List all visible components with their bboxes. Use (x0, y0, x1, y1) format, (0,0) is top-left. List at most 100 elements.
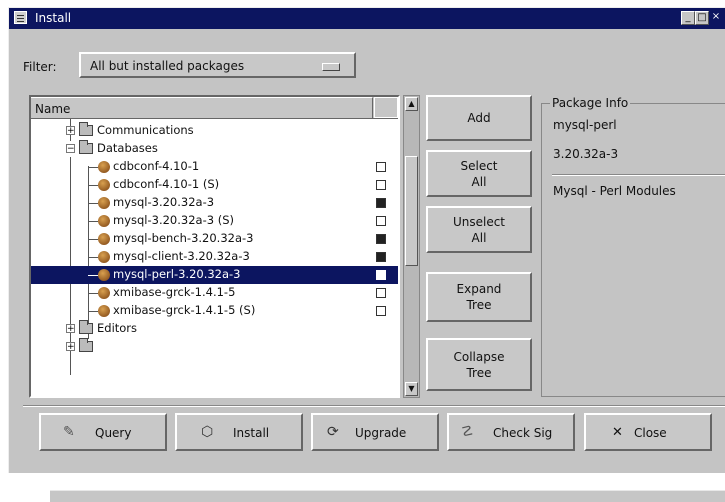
collapse-tree-button[interactable]: Collapse Tree (426, 338, 532, 391)
package-row[interactable]: mysql-client-3.20.32a-3 (31, 248, 398, 266)
dropdown-indicator-icon (322, 63, 340, 71)
package-info-version: 3.20.32a-3 (553, 147, 619, 161)
folder-icon (79, 122, 93, 136)
package-checkbox[interactable] (376, 162, 386, 172)
close-button[interactable]: ✕ Close (584, 413, 712, 451)
info-divider (552, 174, 725, 176)
tree-row-communications[interactable]: + Communications (31, 122, 398, 140)
package-row[interactable]: xmibase-grck-1.4.1-5 (31, 284, 398, 302)
row-label: cdbconf-4.10-1 (S) (113, 177, 220, 191)
close-x-icon: ✕ (612, 425, 623, 440)
collapse-tree-label-1: Collapse (453, 349, 505, 364)
package-checkbox[interactable] (376, 288, 386, 298)
maximize-icon[interactable]: □ (695, 11, 709, 25)
select-all-label-2: All (471, 174, 487, 189)
check-sig-icon: ☡ (461, 424, 474, 440)
window-menu-icon[interactable] (14, 11, 27, 24)
select-all-label-1: Select (460, 158, 498, 173)
install-label: Install (233, 426, 270, 440)
package-info-description: Mysql - Perl Modules (553, 184, 676, 198)
package-icon (98, 233, 110, 245)
minimize-icon[interactable]: _ (681, 11, 695, 25)
status-bar (50, 490, 725, 502)
expand-tree-label-2: Tree (466, 298, 492, 312)
tree-row-databases[interactable]: − Databases (31, 140, 398, 158)
add-button-label: Add (467, 111, 491, 125)
expand-tree-label-1: Expand (456, 282, 502, 296)
upgrade-icon: ⟳ (327, 424, 339, 440)
close-window-icon[interactable]: × (709, 11, 723, 25)
collapse-icon[interactable]: − (66, 144, 75, 154)
row-label: xmibase-grck-1.4.1-5 (S) (113, 303, 256, 317)
install-button[interactable]: ⬡ Install (175, 413, 303, 451)
tree-row-partial[interactable]: + (31, 338, 398, 352)
package-checkbox[interactable] (376, 306, 386, 316)
column-header-selected[interactable] (374, 97, 398, 118)
package-row[interactable]: cdbconf-4.10-1 (31, 158, 398, 176)
upgrade-button[interactable]: ⟳ Upgrade (311, 413, 439, 451)
filter-value: All but installed packages (90, 59, 245, 73)
package-checkbox[interactable] (376, 198, 386, 208)
package-info-legend: Package Info (550, 96, 631, 110)
row-label: Communications (97, 123, 194, 137)
unselect-all-button[interactable]: Unselect All (426, 206, 532, 253)
scroll-up-arrow-icon[interactable]: ▲ (405, 97, 418, 111)
row-label: mysql-bench-3.20.32a-3 (113, 231, 254, 245)
title-bar[interactable]: Install _ □ × (9, 8, 725, 29)
package-icon (98, 215, 110, 227)
package-checkbox[interactable] (376, 216, 386, 226)
row-label: mysql-perl-3.20.32a-3 (113, 267, 241, 281)
select-all-button[interactable]: Select All (426, 150, 532, 197)
package-row[interactable]: mysql-3.20.32a-3 (S) (31, 212, 398, 230)
tree-header: Name (31, 97, 398, 119)
package-row[interactable]: xmibase-grck-1.4.1-5 (S) (31, 302, 398, 320)
row-label: xmibase-grck-1.4.1-5 (113, 285, 236, 299)
package-icon (98, 161, 110, 173)
package-tree[interactable]: Name + Communications − Databases cdbcon… (29, 95, 400, 398)
collapse-tree-label-2: Tree (466, 365, 492, 380)
expand-tree-button[interactable]: Expand Tree (426, 272, 532, 322)
package-icon (98, 179, 110, 191)
row-label: mysql-client-3.20.32a-3 (113, 249, 250, 263)
package-info-panel: Package Info mysql-perl 3.20.32a-3 Mysql… (541, 96, 725, 397)
row-label: cdbconf-4.10-1 (113, 159, 200, 173)
query-icon: ✎ (63, 424, 75, 440)
query-button[interactable]: ✎ Query (39, 413, 167, 451)
filter-select[interactable]: All but installed packages (79, 52, 356, 78)
tree-row-editors[interactable]: + Editors (31, 320, 398, 338)
package-icon (98, 287, 110, 299)
button-separator (23, 405, 725, 407)
close-label: Close (634, 426, 667, 440)
expand-icon[interactable]: + (66, 342, 75, 352)
package-row-selected[interactable]: mysql-perl-3.20.32a-3 (31, 266, 398, 284)
upgrade-label: Upgrade (355, 426, 407, 440)
expand-icon[interactable]: + (66, 324, 75, 334)
column-header-name[interactable]: Name (31, 97, 373, 118)
scrollbar-thumb[interactable] (405, 156, 418, 266)
unselect-all-label-2: All (471, 230, 487, 245)
package-checkbox[interactable] (376, 270, 386, 280)
unselect-all-label-1: Unselect (452, 214, 506, 229)
package-row[interactable]: mysql-bench-3.20.32a-3 (31, 230, 398, 248)
row-label: mysql-3.20.32a-3 (113, 195, 215, 209)
check-sig-button[interactable]: ☡ Check Sig (447, 413, 575, 451)
package-checkbox[interactable] (376, 234, 386, 244)
package-info-name: mysql-perl (553, 118, 617, 132)
package-checkbox[interactable] (376, 252, 386, 262)
package-row[interactable]: cdbconf-4.10-1 (S) (31, 176, 398, 194)
install-window: Install _ □ × Filter: All but installed … (8, 7, 725, 473)
expand-icon[interactable]: + (66, 126, 75, 136)
check-sig-label: Check Sig (493, 426, 553, 440)
add-button[interactable]: Add (426, 95, 532, 141)
package-icon (98, 305, 110, 317)
package-row[interactable]: mysql-3.20.32a-3 (31, 194, 398, 212)
package-icon (98, 251, 110, 263)
tree-scrollbar[interactable]: ▲ ▼ (403, 95, 420, 398)
window-title: Install (35, 11, 72, 25)
scroll-down-arrow-icon[interactable]: ▼ (405, 382, 418, 396)
query-label: Query (95, 426, 132, 440)
filter-label: Filter: (23, 60, 57, 74)
package-checkbox[interactable] (376, 180, 386, 190)
package-icon (98, 269, 110, 281)
folder-icon (79, 320, 93, 334)
